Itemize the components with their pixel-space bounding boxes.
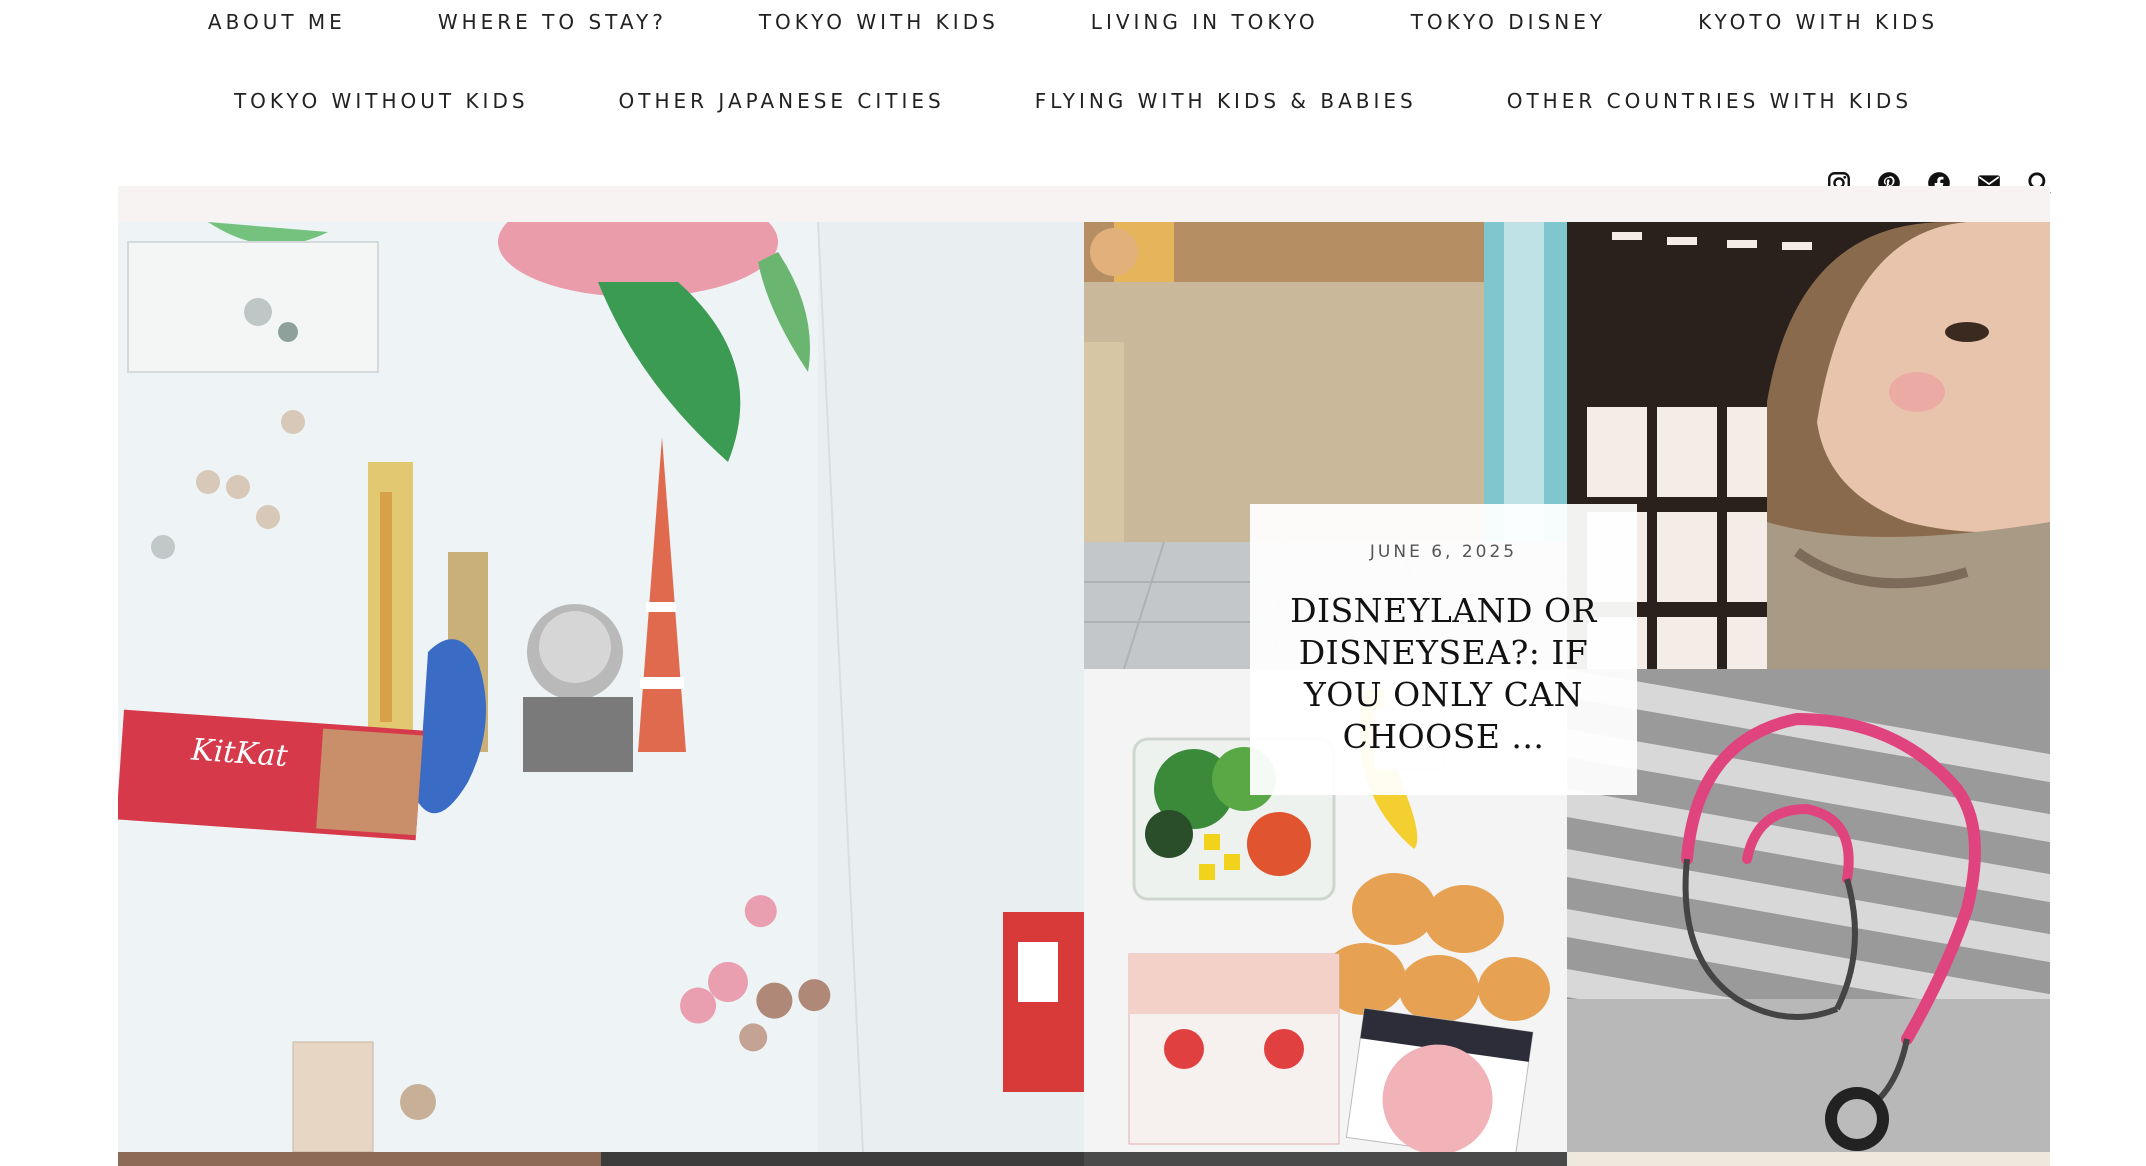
nav-tokyo-without-kids[interactable]: TOKYO WITHOUT KIDS (234, 89, 529, 113)
nav-living-in-tokyo[interactable]: LIVING IN TOKYO (1091, 10, 1319, 34)
nav-tokyo-with-kids[interactable]: TOKYO WITH KIDS (759, 10, 999, 34)
post-tile-portrait[interactable] (1567, 222, 2050, 669)
hero-top-band (118, 186, 2050, 222)
collage-image: KitKat (118, 222, 1084, 1152)
main-nav-row-2: TOKYO WITHOUT KIDS OTHER JAPANESE CITIES… (0, 89, 2146, 113)
nav-flying-with-kids[interactable]: FLYING WITH KIDS & BABIES (1035, 89, 1417, 113)
nav-about-me[interactable]: ABOUT ME (208, 10, 346, 34)
nav-other-japanese-cities[interactable]: OTHER JAPANESE CITIES (619, 89, 945, 113)
post-tile-stethoscope[interactable] (1567, 669, 2050, 1152)
featured-posts-grid: KitKat JUNE 6, 2025 DISNEYLAND OR DISNEY… (118, 222, 2050, 1152)
nav-other-countries-with-kids[interactable]: OTHER COUNTRIES WITH KIDS (1507, 89, 1912, 113)
nav-tokyo-disney[interactable]: TOKYO DISNEY (1411, 10, 1606, 34)
main-nav-row-1: ABOUT ME WHERE TO STAY? TOKYO WITH KIDS … (0, 10, 2146, 34)
svg-text:KitKat: KitKat (189, 732, 290, 774)
post-tile-collage[interactable]: KitKat (118, 222, 1084, 1152)
post-date: JUNE 6, 2025 (1369, 542, 1518, 562)
stethoscope-image (1567, 669, 2050, 1152)
featured-post-card[interactable]: JUNE 6, 2025 DISNEYLAND OR DISNEYSEA?: I… (1250, 504, 1637, 795)
portrait-image (1567, 222, 2050, 669)
nav-kyoto-with-kids[interactable]: KYOTO WITH KIDS (1698, 10, 1938, 34)
next-row-strip (118, 1152, 2050, 1166)
nav-where-to-stay[interactable]: WHERE TO STAY? (438, 10, 667, 34)
post-title[interactable]: DISNEYLAND OR DISNEYSEA?: IF YOU ONLY CA… (1274, 590, 1614, 758)
